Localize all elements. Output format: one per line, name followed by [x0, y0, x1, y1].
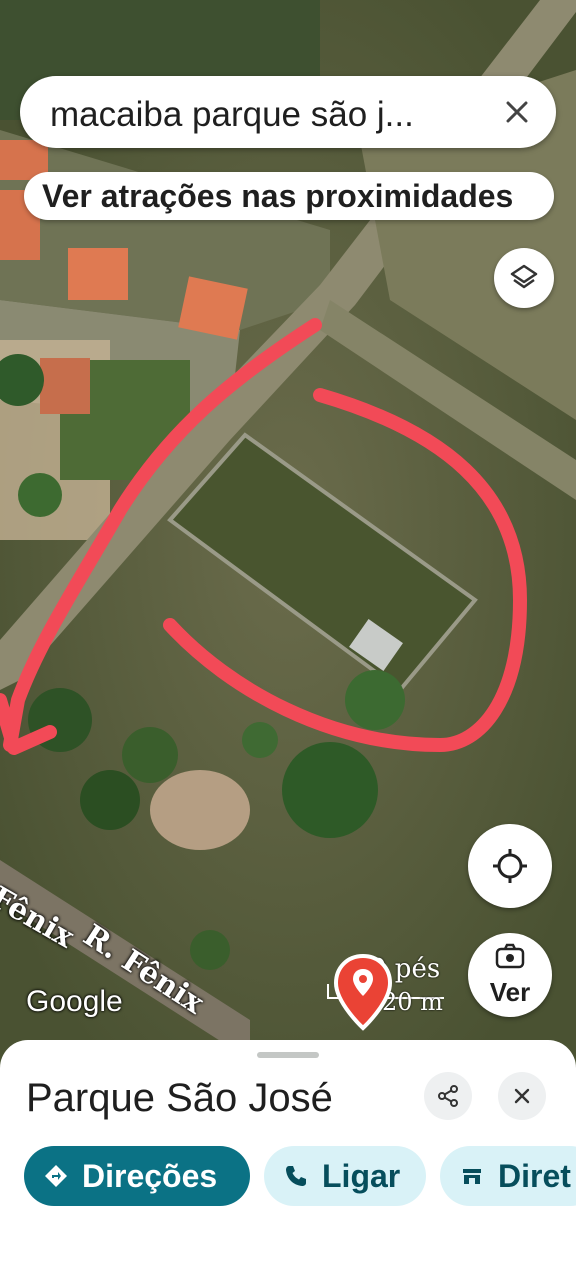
my-location-icon	[493, 849, 527, 883]
directions-label: Direções	[82, 1158, 218, 1194]
close-icon[interactable]	[500, 95, 534, 129]
search-query[interactable]: macaiba parque são j...	[50, 95, 414, 135]
close-sheet-button[interactable]	[498, 1072, 546, 1120]
call-button[interactable]: Ligar	[264, 1146, 426, 1206]
nearby-attractions-chip[interactable]: Ver atrações nas proximidades	[24, 172, 554, 220]
layers-icon	[510, 264, 538, 289]
my-location-button[interactable]	[468, 824, 552, 908]
phone-icon	[286, 1166, 306, 1186]
share-icon	[438, 1085, 458, 1107]
google-attribution: Google	[26, 985, 123, 1018]
call-label: Ligar	[322, 1158, 401, 1194]
close-icon	[514, 1088, 530, 1104]
layers-button[interactable]	[494, 248, 554, 308]
directory-icon	[463, 1169, 481, 1184]
street-view-button[interactable]: Ver	[468, 933, 552, 1017]
nearby-attractions-label: Ver atrações nas proximidades	[42, 178, 514, 214]
directions-button[interactable]: Direções	[24, 1146, 250, 1206]
street-view-label: Ver	[489, 977, 531, 1007]
directions-icon	[45, 1165, 67, 1187]
place-sheet: Parque São José Direções Ligar Diret	[0, 1040, 576, 1280]
directory-button[interactable]: Diret	[440, 1146, 576, 1206]
search-bar[interactable]: macaiba parque são j...	[20, 76, 556, 148]
share-button[interactable]	[424, 1072, 472, 1120]
directory-label: Diret	[498, 1158, 571, 1194]
street-view-icon	[495, 943, 525, 969]
sheet-drag-handle[interactable]	[257, 1052, 319, 1058]
place-pin-icon[interactable]	[333, 952, 393, 1032]
place-title: Parque São José	[26, 1076, 333, 1120]
